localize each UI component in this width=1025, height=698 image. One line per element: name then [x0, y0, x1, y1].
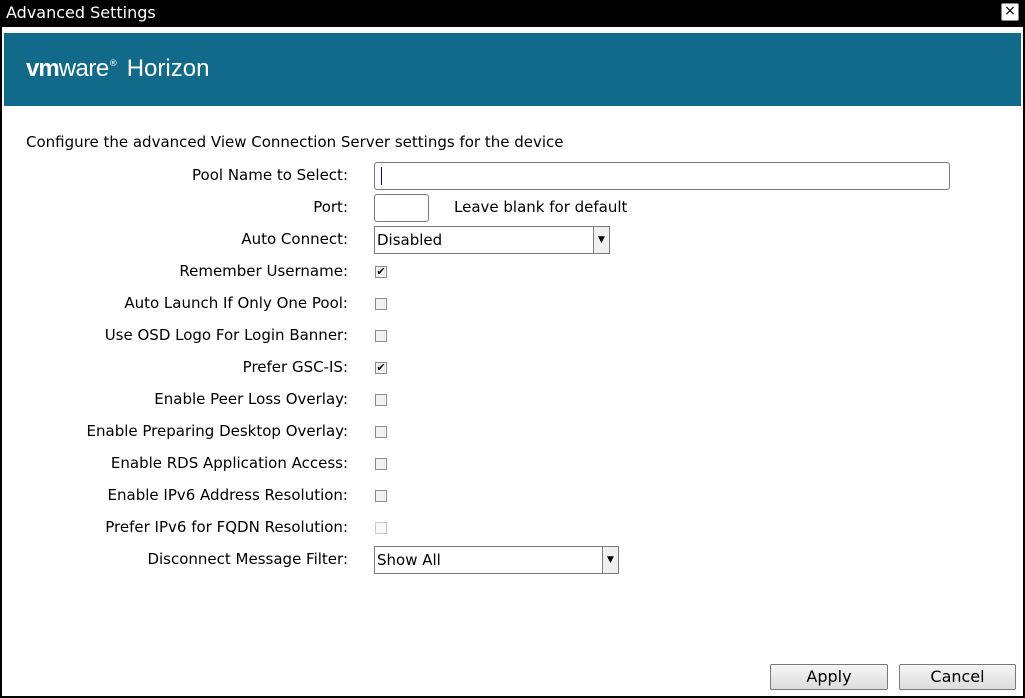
disconnect-filter-select[interactable]: Show All ▼: [374, 546, 619, 574]
cancel-button[interactable]: Cancel: [899, 664, 1016, 690]
ipv6-resolution-checkbox[interactable]: [375, 490, 387, 502]
row-auto-launch: Auto Launch If Only One Pool:: [2, 290, 1023, 318]
osd-logo-checkbox[interactable]: [375, 330, 387, 342]
ipv6-fqdn-checkbox: [375, 522, 387, 534]
intro-text: Configure the advanced View Connection S…: [26, 133, 564, 151]
rds-access-checkbox[interactable]: [375, 458, 387, 470]
chevron-down-icon: ▼: [602, 547, 618, 573]
row-ipv6-fqdn: Prefer IPv6 for FQDN Resolution:: [2, 514, 1023, 542]
ipv6-resolution-label: Enable IPv6 Address Resolution:: [107, 486, 348, 504]
row-prefer-gsc: Prefer GSC-IS: ✔: [2, 354, 1023, 382]
window-title: Advanced Settings: [6, 3, 156, 22]
prefer-gsc-checkbox[interactable]: ✔: [375, 362, 387, 374]
product-name: Horizon: [126, 55, 210, 82]
close-icon[interactable]: ×: [1001, 3, 1019, 21]
auto-connect-select[interactable]: Disabled ▼: [374, 226, 610, 254]
row-remember-username: Remember Username: ✔: [2, 258, 1023, 286]
row-port: Port: Leave blank for default: [2, 194, 1023, 222]
port-label: Port:: [313, 198, 348, 216]
prefer-gsc-label: Prefer GSC-IS:: [242, 358, 348, 376]
brand-banner: vmware® Horizon: [4, 33, 1021, 106]
remember-username-checkbox[interactable]: ✔: [375, 266, 387, 278]
osd-logo-label: Use OSD Logo For Login Banner:: [104, 326, 348, 344]
vmware-horizon-logo: vmware® Horizon: [26, 55, 210, 82]
text-caret: [381, 167, 382, 185]
rds-access-label: Enable RDS Application Access:: [110, 454, 348, 472]
port-input[interactable]: [374, 194, 429, 222]
row-auto-connect: Auto Connect: Disabled ▼: [2, 226, 1023, 254]
row-peer-loss: Enable Peer Loss Overlay:: [2, 386, 1023, 414]
port-hint: Leave blank for default: [454, 198, 628, 216]
pool-name-input[interactable]: [374, 162, 950, 190]
chevron-down-icon: ▼: [593, 227, 609, 253]
remember-username-label: Remember Username:: [179, 262, 348, 280]
row-pool-name: Pool Name to Select:: [2, 162, 1023, 190]
row-disconnect-filter: Disconnect Message Filter: Show All ▼: [2, 546, 1023, 574]
ipv6-fqdn-label: Prefer IPv6 for FQDN Resolution:: [105, 518, 348, 536]
row-osd-logo: Use OSD Logo For Login Banner:: [2, 322, 1023, 350]
peer-loss-label: Enable Peer Loss Overlay:: [154, 390, 348, 408]
row-rds-access: Enable RDS Application Access:: [2, 450, 1023, 478]
auto-connect-label: Auto Connect:: [241, 230, 348, 248]
title-bar: Advanced Settings ×: [0, 0, 1025, 25]
preparing-desktop-label: Enable Preparing Desktop Overlay:: [86, 422, 348, 440]
apply-button[interactable]: Apply: [770, 664, 888, 690]
peer-loss-checkbox[interactable]: [375, 394, 387, 406]
preparing-desktop-checkbox[interactable]: [375, 426, 387, 438]
auto-launch-label: Auto Launch If Only One Pool:: [124, 294, 348, 312]
pool-name-label: Pool Name to Select:: [192, 166, 348, 184]
disconnect-filter-label: Disconnect Message Filter:: [147, 550, 348, 568]
dialog-body: vmware® Horizon Configure the advanced Vi…: [2, 27, 1023, 696]
auto-launch-checkbox[interactable]: [375, 298, 387, 310]
row-preparing-desktop: Enable Preparing Desktop Overlay:: [2, 418, 1023, 446]
row-ipv6-resolution: Enable IPv6 Address Resolution:: [2, 482, 1023, 510]
